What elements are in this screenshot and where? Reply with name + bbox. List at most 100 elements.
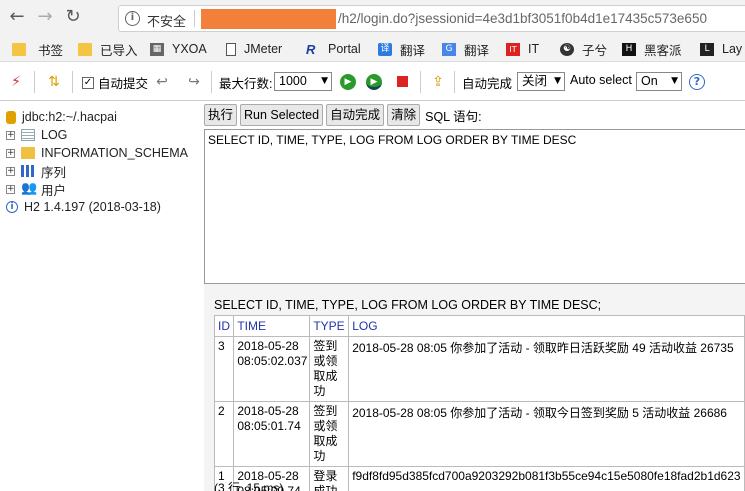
toolbar-divider [454,71,455,93]
bookmark-item[interactable]: H 黑客派 [622,41,682,58]
run-selected-icon[interactable]: ▶ [366,74,382,90]
autocomplete-select[interactable]: 关闭 ▼ [517,72,565,91]
sequence-icon [21,165,35,177]
r-icon: R [306,41,316,57]
bookmark-item[interactable]: 书签 [38,41,64,58]
help-icon[interactable]: ? [689,74,705,90]
bookmarks-bar: 书签 已导入 ▦ YXOA JMeter R Portal 译翻译 G 翻译 IT IT… [0,36,745,62]
expand-icon[interactable]: + [6,130,15,140]
bookmark-label: 已导入 [100,43,138,58]
bookmark-label: Lay [722,42,743,56]
users-icon: 👥 [21,181,38,196]
cell-type: 签到或领取成功 [309,401,350,467]
bookmark-apps[interactable] [12,41,34,57]
tree-item-sequences[interactable]: + 序列 [6,163,67,180]
info-icon[interactable]: i [125,11,140,26]
layui-icon: L [700,42,714,56]
folder-icon [21,147,35,159]
result-table: ID TIME TYPE LOG 3 2018-05-28 08:05:02.0… [213,315,745,491]
autocommit-toggle[interactable]: ✓ 自动提交 [82,73,148,92]
bookmark-item[interactable]: 已导入 [78,41,138,58]
security-label[interactable]: 不安全 [147,11,186,30]
bookmark-label: IT [528,42,540,56]
column-header[interactable]: ID [213,315,235,337]
rollback-icon[interactable]: ↩ [154,74,170,90]
query-button-bar: 执行 Run Selected 自动完成 清除 SQL 语句: [204,104,482,126]
autocommit-checkbox[interactable]: ✓ [82,76,94,89]
bookmark-item[interactable]: ▦ YXOA [150,41,207,57]
it-icon: IT [506,42,520,56]
translate-icon: 译 [378,42,392,56]
bookmark-label: YXOA [172,42,207,56]
commit-icon[interactable]: ↪ [186,74,202,90]
result-count: (3 行, 15 ms) [214,481,284,491]
bookmark-item[interactable]: JMeter [226,41,282,57]
tree-item-label: LOG [41,128,68,142]
column-header[interactable]: LOG [348,315,745,337]
run-icon[interactable]: ▶ [340,74,356,90]
bookmark-item[interactable]: ☯ 子兮 [560,41,607,58]
clear-button[interactable]: 清除 [387,104,421,126]
result-statement: SELECT ID, TIME, TYPE, LOG FROM LOG ORDE… [214,298,602,312]
run-button[interactable]: 执行 [204,104,238,126]
bookmark-label: 翻译 [400,43,426,58]
maxrows-select[interactable]: 1000 ▼ [274,72,332,91]
refresh-icon[interactable]: ⇅ [46,74,62,90]
reload-icon[interactable]: ↻ [62,6,84,28]
table-row: 1 2018-05-28 08:05:00.74 登录成功 f9df8fd95d… [213,466,745,491]
history-icon[interactable]: ⇪ [430,74,446,90]
tree-item-users[interactable]: + 👥 用户 [6,181,67,198]
tree-item-log[interactable]: + LOG [6,127,67,143]
autocommit-label: 自动提交 [98,77,149,91]
chevron-down-icon: ▼ [671,76,678,86]
run-selected-button[interactable]: Run Selected [240,104,324,126]
tree-item-label: 用户 [41,183,67,198]
url-text[interactable]: /h2/login.do?jsessionid=4e3d1bf3051f0b4d… [338,11,707,26]
tree-item-information-schema[interactable]: + INFORMATION_SCHEMA [6,145,188,161]
column-header[interactable]: TIME [233,315,311,337]
connection-label: jdbc:h2:~/.hacpai [22,110,117,124]
bookmark-item[interactable]: R Portal [306,41,361,57]
table-icon [21,129,35,141]
table-header-row: ID TIME TYPE LOG [213,315,745,337]
cell-time: 2018-05-28 08:05:01.74 [233,401,311,467]
cell-log: 2018-05-28 08:05 你参加了活动 - 领取今日签到奖励 5 活动收… [348,401,745,467]
tree-item-label: 序列 [41,165,67,180]
cell-log: f9df8fd95d385fcd700a9203292b081f3b55ce94… [348,466,745,491]
cell-log: 2018-05-28 08:05 你参加了活动 - 领取昨日活跃奖励 49 活动… [348,336,745,402]
table-row: 3 2018-05-28 08:05:02.037 签到或领取成功 2018-0… [213,336,745,402]
autoselect-label: Auto select [570,73,632,87]
cell-time: 2018-05-28 08:05:02.037 [233,336,311,402]
page-icon [226,42,236,56]
database-icon [6,110,16,124]
expand-icon[interactable]: + [6,166,15,176]
omnibox-divider [194,10,195,27]
bookmark-label: 翻译 [464,43,490,58]
bookmark-item[interactable]: 译翻译 [378,41,426,58]
maxrows-label: 最大行数: [219,77,273,91]
back-icon[interactable]: ← [6,6,28,28]
url-bar[interactable]: i 不安全 /h2/login.do?jsessionid=4e3d1bf305… [118,5,745,32]
autoselect-select[interactable]: On ▼ [636,72,682,91]
bookmark-item[interactable]: IT IT [506,41,539,57]
autocomplete-button[interactable]: 自动完成 [326,104,385,126]
expand-icon[interactable]: + [6,148,15,158]
bookmark-item[interactable]: L Lay [700,41,742,57]
column-header[interactable]: TYPE [309,315,350,337]
expand-icon[interactable]: + [6,184,15,194]
bookmark-label: 书签 [38,43,64,58]
stop-icon[interactable] [394,74,410,90]
tree-item-label: INFORMATION_SCHEMA [41,146,188,160]
forward-icon[interactable]: → [34,6,56,28]
cell-id: 3 [213,336,235,402]
toolbar-divider [211,71,212,93]
bookmark-label: 黑客派 [644,43,682,58]
chevron-down-icon: ▼ [554,76,561,86]
tree-version: i H2 1.4.197 (2018-03-18) [6,199,161,215]
disconnect-icon[interactable]: ⚡ [8,74,24,90]
tree-connection[interactable]: jdbc:h2:~/.hacpai [6,109,117,125]
table-row: 2 2018-05-28 08:05:01.74 签到或领取成功 2018-05… [213,401,745,467]
bookmark-item[interactable]: G 翻译 [442,41,490,58]
sql-editor[interactable]: SELECT ID, TIME, TYPE, LOG FROM LOG ORDE… [204,129,745,284]
version-label: H2 1.4.197 (2018-03-18) [24,200,161,214]
